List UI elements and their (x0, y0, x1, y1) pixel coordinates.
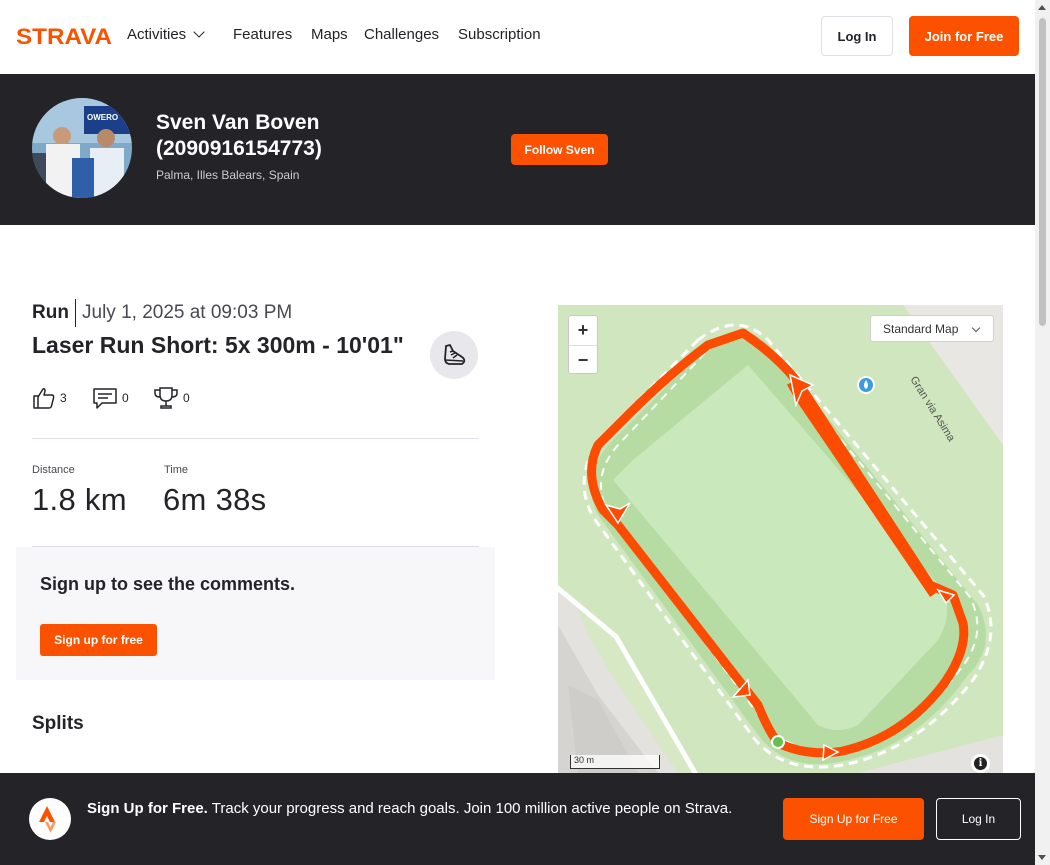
scrollbar[interactable] (1035, 0, 1050, 865)
svg-text:STRAVA: STRAVA (16, 26, 112, 46)
signup-free-button[interactable]: Sign up for free (40, 624, 157, 656)
athlete-location: Palma, Illes Balears, Spain (156, 168, 300, 182)
login-button[interactable]: Log In (821, 16, 893, 56)
stat-distance-label: Distance (32, 464, 75, 476)
scrollbar-thumb[interactable] (1039, 18, 1046, 326)
athlete-name[interactable]: Sven Van Boven (2090916154773) (156, 110, 386, 162)
map-canvas[interactable]: Gran via Asima (558, 305, 1003, 773)
comments-signup-title: Sign up to see the comments. (40, 574, 296, 594)
strava-chevron-icon (39, 806, 56, 833)
kudos-value: 3 (60, 391, 67, 405)
nav-activities[interactable]: Activities (127, 26, 205, 44)
comment-icon (93, 388, 117, 409)
zoom-control: + − (568, 315, 598, 374)
join-button[interactable]: Join for Free (909, 16, 1019, 56)
map-style-value: Standard Map (883, 322, 959, 336)
footer-signup-button[interactable]: Sign Up for Free (783, 798, 924, 840)
footer-text: Sign Up for Free. Track your progress an… (87, 798, 757, 820)
route-map[interactable]: Gran via Asima + − Standard Map 30 m i (558, 305, 1003, 773)
splits-title: Splits (32, 713, 84, 734)
map-info-button[interactable]: i (971, 754, 990, 773)
activity-title: Laser Run Short: 5x 300m - 10'01" (32, 332, 404, 358)
info-icon: i (974, 757, 987, 770)
achievement-count[interactable]: 0 (153, 384, 190, 412)
shoe-button[interactable] (430, 331, 478, 379)
stat-time-value: 6m 38s (163, 482, 267, 517)
shoe-icon (444, 344, 466, 365)
top-nav: STRAVA Activities Features Maps Challeng… (0, 0, 1035, 74)
divider (75, 299, 76, 327)
trophy-icon (154, 387, 178, 409)
start-marker (771, 735, 785, 749)
map-style-select[interactable]: Standard Map (870, 315, 994, 342)
map-scale: 30 m (570, 755, 660, 769)
chevron-down-icon (971, 323, 981, 333)
activity-date: July 1, 2025 at 09:03 PM (82, 302, 293, 323)
follow-button[interactable]: Follow Sven (511, 134, 608, 165)
zoom-in-button[interactable]: + (569, 316, 597, 345)
footer-headline: Sign Up for Free. (87, 800, 208, 817)
thumbs-up-icon (33, 388, 55, 409)
avatar[interactable]: OWERO (32, 98, 132, 198)
nav-challenges[interactable]: Challenges (364, 26, 439, 44)
nav-activities-label: Activities (127, 26, 187, 43)
achievements-value: 0 (183, 391, 190, 405)
footer-login-button[interactable]: Log In (936, 798, 1021, 840)
strava-logo-icon (29, 798, 71, 840)
comments-signup-box: Sign up to see the comments. Sign up for… (16, 547, 495, 680)
scroll-up-icon[interactable] (1038, 5, 1046, 10)
comments-value: 0 (122, 391, 129, 405)
zoom-out-button[interactable]: − (569, 345, 597, 374)
nav-maps[interactable]: Maps (311, 26, 348, 44)
strava-logo[interactable]: STRAVA (16, 26, 112, 46)
footer-body: Track your progress and reach goals. Joi… (211, 800, 733, 817)
kudos-count[interactable]: 3 (32, 384, 67, 412)
page: STRAVA Activities Features Maps Challeng… (0, 0, 1050, 865)
signup-footer: Sign Up for Free. Track your progress an… (0, 773, 1035, 865)
scroll-down-icon[interactable] (1038, 855, 1046, 860)
nav-features[interactable]: Features (233, 26, 292, 44)
chevron-down-icon (193, 26, 205, 38)
comment-count[interactable]: 0 (92, 384, 129, 412)
nav-subscription[interactable]: Subscription (458, 26, 541, 44)
svg-text:OWERO: OWERO (87, 113, 118, 122)
athlete-banner: OWERO Sven Van Boven (2090916154773) Pal… (0, 74, 1035, 225)
divider (32, 438, 479, 439)
stat-time-label: Time (164, 464, 189, 476)
stat-distance-value: 1.8 km (32, 482, 127, 517)
activity-type: Run (32, 302, 69, 323)
